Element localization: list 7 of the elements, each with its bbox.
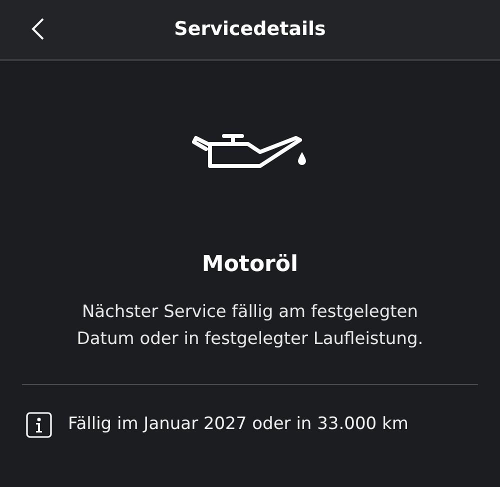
page-title: Servicedetails — [174, 17, 326, 42]
oil-can-icon — [192, 132, 308, 168]
service-description: Nächster Service fällig am festgelegten Datum oder in festgelegter Laufleistung. — [76, 301, 424, 351]
info-icon — [26, 412, 52, 438]
due-info-text: Fällig im Januar 2027 oder in 33.000 km — [68, 413, 408, 436]
back-icon — [31, 17, 45, 41]
service-title: Motoröl — [202, 251, 298, 279]
